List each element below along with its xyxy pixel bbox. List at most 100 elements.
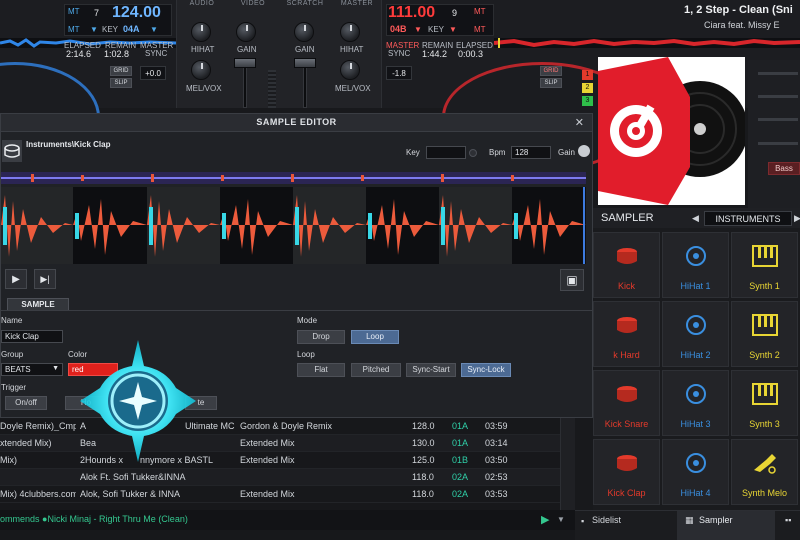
bass-button[interactable]: Bass [768, 162, 800, 175]
sidelist-icon[interactable]: ▪ [581, 516, 584, 526]
chevron-down-icon[interactable]: ▼ [557, 515, 565, 524]
row-title: Mix) 4clubbers.com.pl [0, 489, 76, 499]
sampler-pad-synth-2[interactable]: Synth 2 [731, 301, 798, 367]
loop-sync-start-button[interactable]: Sync-Start [406, 363, 456, 377]
loop-flat-button[interactable]: Flat [297, 363, 345, 377]
mixer-tab-scratch[interactable]: SCRATCH [279, 0, 331, 11]
bpm-input[interactable] [511, 146, 551, 159]
sampler-pad-kick[interactable]: Kick [593, 232, 660, 298]
mixer-tab-video[interactable]: VIDEO [227, 0, 279, 11]
mixer-tab-audio[interactable]: AUDIO [177, 0, 227, 11]
hotcue-3-button[interactable]: 3 [582, 96, 593, 106]
loop-pitched-button[interactable]: Pitched [351, 363, 401, 377]
volume-fader-left[interactable] [234, 58, 256, 68]
deck-left-key-label: KEY [102, 25, 119, 34]
hotcue-1-button[interactable]: 1 [582, 70, 593, 80]
fx-slider-1[interactable] [758, 72, 798, 75]
hihat-knob-left[interactable] [191, 22, 211, 42]
chevron-left-icon[interactable]: ◀ [692, 213, 699, 224]
sampler-pad-synth-3[interactable]: Synth 3 [731, 370, 798, 436]
sampler-pad-kick-hard[interactable]: k Hard [593, 301, 660, 367]
volume-fader-right-track[interactable] [303, 62, 307, 108]
tab-sample[interactable]: SAMPLE [7, 298, 69, 310]
deck-right-sync-label[interactable]: SYNC [388, 49, 410, 58]
sample-waveform[interactable] [1, 187, 586, 264]
name-input[interactable] [1, 330, 63, 343]
volume-fader-left-track[interactable] [243, 62, 247, 108]
key-input[interactable] [426, 146, 466, 159]
mode-label: Mode [297, 316, 318, 325]
sampler-pad-hihat-2[interactable]: HiHat 2 [662, 301, 729, 367]
cymbal-icon [685, 246, 706, 266]
fx-slider-4[interactable] [758, 142, 798, 145]
sampler-pad-kick-snare[interactable]: Kick Snare [593, 370, 660, 436]
deck-left-slip-button[interactable]: SLIP [110, 78, 132, 88]
deck-right-waveform[interactable] [494, 38, 800, 48]
tab-sidelist[interactable]: Sidelist [592, 515, 621, 525]
sample-editor-titlebar[interactable]: SAMPLE EDITOR ✕ [1, 114, 592, 132]
trigger-onoff-button[interactable]: On/off [5, 396, 47, 410]
deck-right-track-artist: Ciara feat. Missy E [704, 20, 780, 30]
drum-icon [616, 317, 637, 333]
row-bpm: 118.0 [412, 472, 434, 482]
play-icon[interactable]: ▶ [5, 269, 27, 289]
melvox-label-right: MEL/VOX [335, 84, 371, 93]
deck-right-slip-button[interactable]: SLIP [540, 78, 562, 88]
sampler-pad-synth-1[interactable]: Synth 1 [731, 232, 798, 298]
pad-label: Synth 3 [749, 419, 780, 429]
deck-right-chevron-down-icon[interactable]: ▼ [449, 25, 457, 34]
pad-label: HiHat 1 [680, 281, 711, 291]
melvox-knob-right[interactable] [340, 60, 360, 80]
more-icon[interactable]: ▪▪ [785, 515, 791, 525]
deck-left-chevron-down-icon[interactable]: ▼ [90, 25, 98, 34]
sample-overview-waveform[interactable] [1, 172, 586, 184]
mixer-tab-master[interactable]: MASTER [331, 0, 383, 11]
fx-slider-2[interactable] [758, 95, 798, 98]
group-label: Group [1, 350, 24, 359]
deck-right-bpm: 111.00 [388, 4, 436, 21]
mode-loop-button[interactable]: Loop [351, 330, 399, 344]
group-select[interactable]: BEATS ▼ [1, 363, 63, 376]
deck-right-key-chevron-icon[interactable]: ▼ [414, 25, 422, 34]
sampler-panel: SAMPLER ◀ INSTRUMENTS ▶ Kick HiHat 1 Syn… [593, 208, 800, 540]
sampler-pad-hihat-4[interactable]: HiHat 4 [662, 439, 729, 505]
gain-knob-right[interactable] [294, 22, 314, 42]
table-row[interactable]: Mix) 4clubbers.com.pl Alok, Sofi Tukker … [0, 486, 560, 503]
volume-fader-right[interactable] [294, 58, 316, 68]
sampler-bank-select[interactable]: INSTRUMENTS [704, 211, 792, 226]
sampler-pad-hihat-3[interactable]: HiHat 3 [662, 370, 729, 436]
gain-label-right: GAIN [295, 45, 315, 54]
recommendation-text[interactable]: ommends ●Nicki Minaj - Right Thru Me (Cl… [0, 514, 188, 524]
row-remix: Gordon & Doyle Remix [240, 421, 333, 431]
virtualdj-window: MT 7 124.00 MT ▼ KEY 04A ▼ ELAPSED REMAI… [0, 0, 800, 540]
deck-left-grid-button[interactable]: GRID [110, 66, 132, 76]
sampler-pad-hihat-1[interactable]: HiHat 1 [662, 232, 729, 298]
chevron-right-icon[interactable]: ▶ [794, 213, 800, 224]
browser-scrollbar[interactable] [560, 418, 575, 510]
close-icon[interactable]: ✕ [575, 116, 584, 129]
gain-knob-left[interactable] [236, 22, 256, 42]
sampler-pad-synth-melo[interactable]: Synth Melo [731, 439, 798, 505]
save-icon[interactable]: ▣ [560, 269, 584, 291]
table-row[interactable]: Alok Ft. Sofi Tukker&INNA 118.0 02A 02:5… [0, 469, 560, 486]
pad-label: HiHat 2 [680, 350, 711, 360]
fx-slider-3[interactable] [758, 118, 798, 121]
deck-left-sync-label[interactable]: SYNC [145, 49, 167, 58]
key-reset-icon[interactable] [469, 149, 477, 157]
row-key: 01A [452, 438, 469, 448]
deck-right-grid-button[interactable]: GRID [540, 66, 562, 76]
play-icon[interactable]: ▶ [541, 513, 549, 526]
deck-right-mt-label-2: MT [474, 25, 486, 34]
pad-label: HiHat 4 [680, 488, 711, 498]
sampler-pad-kick-clap[interactable]: Kick Clap [593, 439, 660, 505]
mode-drop-button[interactable]: Drop [297, 330, 345, 344]
melvox-knob-left[interactable] [191, 60, 211, 80]
loop-sync-lock-button[interactable]: Sync-Lock [461, 363, 511, 377]
hotcue-2-button[interactable]: 2 [582, 83, 593, 93]
hihat-knob-right[interactable] [340, 22, 360, 42]
tab-sampler-active[interactable]: ▦ Sampler [677, 511, 775, 540]
gain-knob[interactable] [578, 145, 590, 157]
skip-to-end-icon[interactable]: ▶| [34, 269, 56, 289]
deck-left-key-chevron-icon[interactable]: ▼ [150, 25, 158, 34]
deck-right-track-title: 1, 2 Step - Clean (Sni [684, 4, 793, 16]
